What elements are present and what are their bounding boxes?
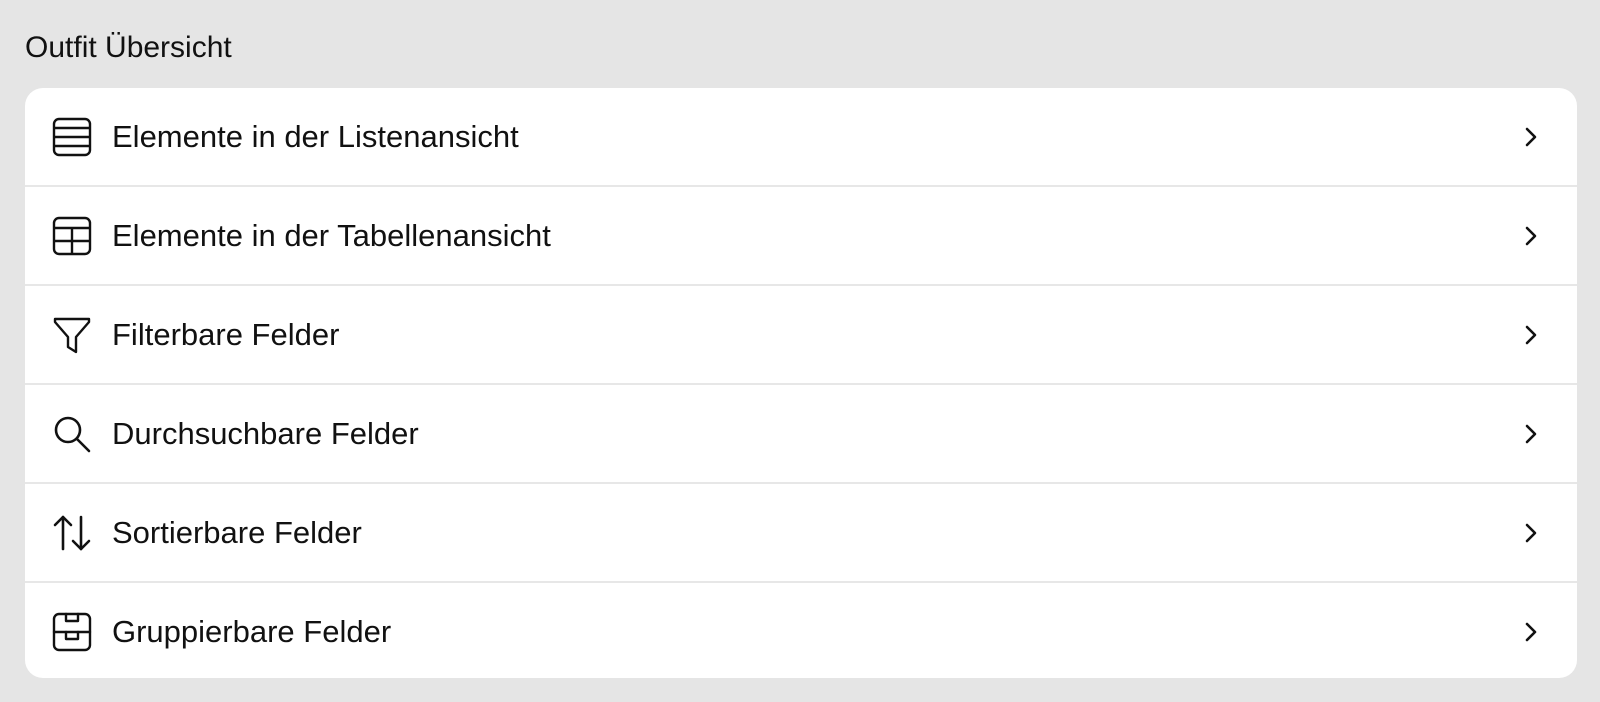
chevron-right-icon bbox=[1523, 224, 1539, 248]
chevron-right-icon bbox=[1523, 620, 1539, 644]
list-item-groupable-fields[interactable]: Gruppierbare Felder bbox=[25, 581, 1577, 678]
list-item-searchable-fields[interactable]: Durchsuchbare Felder bbox=[25, 383, 1577, 482]
table-view-icon bbox=[51, 215, 93, 257]
chevron-right-icon bbox=[1523, 521, 1539, 545]
settings-page: Outfit Übersicht Elemente in der Listena… bbox=[0, 0, 1600, 702]
chevron-right-icon bbox=[1523, 125, 1539, 149]
chevron-right-icon bbox=[1523, 323, 1539, 347]
filter-icon bbox=[51, 314, 93, 356]
sort-arrows-icon bbox=[51, 512, 93, 554]
list-item-label: Filterbare Felder bbox=[112, 316, 340, 352]
list-item-table-view[interactable]: Elemente in der Tabellenansicht bbox=[25, 185, 1577, 284]
archive-box-icon bbox=[51, 611, 93, 653]
list-item-label: Gruppierbare Felder bbox=[112, 613, 392, 649]
list-item-label: Elemente in der Listenansicht bbox=[112, 118, 519, 154]
list-item-label: Sortierbare Felder bbox=[112, 514, 362, 550]
list-item-list-view[interactable]: Elemente in der Listenansicht bbox=[25, 88, 1577, 185]
list-item-label: Durchsuchbare Felder bbox=[112, 415, 419, 451]
search-icon bbox=[51, 413, 93, 455]
settings-list: Elemente in der Listenansicht Elemente i… bbox=[25, 88, 1577, 678]
section-title: Outfit Übersicht bbox=[25, 31, 232, 64]
list-item-label: Elemente in der Tabellenansicht bbox=[112, 217, 551, 253]
list-item-sortable-fields[interactable]: Sortierbare Felder bbox=[25, 482, 1577, 581]
list-item-filterable-fields[interactable]: Filterbare Felder bbox=[25, 284, 1577, 383]
list-view-icon bbox=[51, 116, 93, 158]
chevron-right-icon bbox=[1523, 422, 1539, 446]
